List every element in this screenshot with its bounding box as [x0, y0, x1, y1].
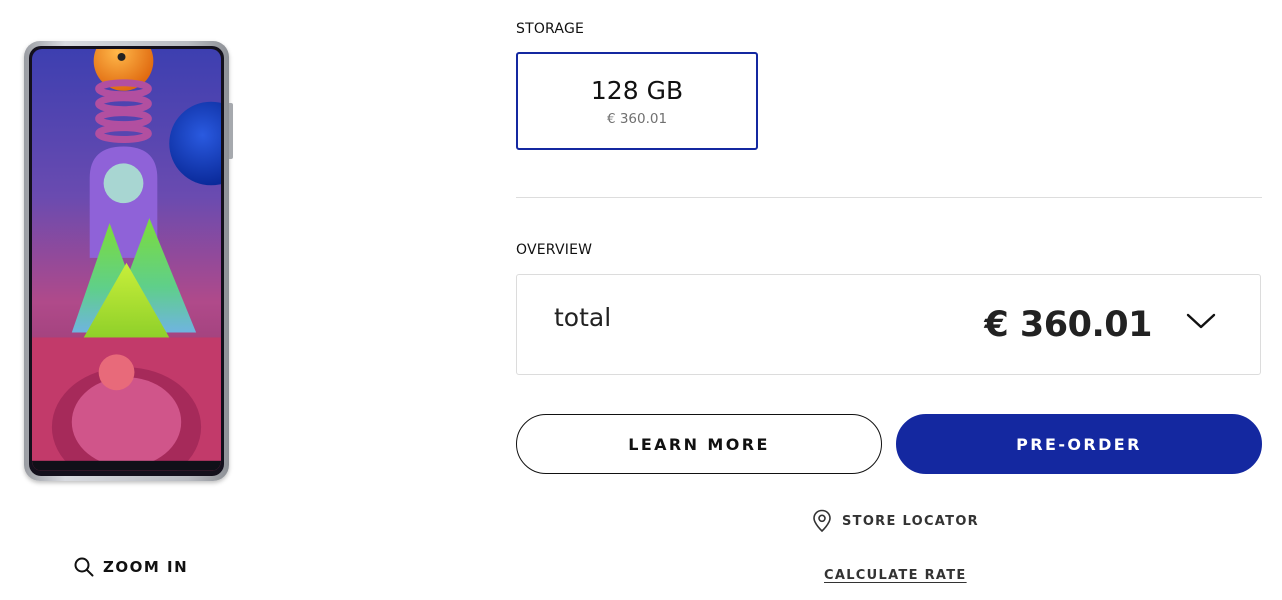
- pre-order-button[interactable]: PRE-ORDER: [896, 414, 1262, 474]
- store-locator-link[interactable]: STORE LOCATOR: [812, 509, 979, 533]
- storage-price: € 360.01: [606, 110, 668, 127]
- total-price: € 360.01: [984, 305, 1152, 345]
- search-icon: [74, 557, 94, 577]
- zoom-in-button[interactable]: ZOOM IN: [74, 557, 188, 577]
- total-summary[interactable]: total € 360.01: [516, 274, 1261, 375]
- store-locator-label: STORE LOCATOR: [842, 513, 979, 529]
- section-divider: [516, 197, 1262, 198]
- overview-heading: OVERVIEW: [516, 242, 593, 258]
- storage-heading: STORAGE: [516, 21, 585, 37]
- zoom-in-label: ZOOM IN: [103, 558, 189, 576]
- learn-more-button[interactable]: LEARN MORE: [516, 414, 882, 474]
- chevron-down-icon[interactable]: [1186, 310, 1216, 332]
- storage-option-128gb[interactable]: 128 GB € 360.01: [516, 52, 758, 150]
- phone-screen: [29, 46, 224, 476]
- total-label: total: [554, 303, 612, 332]
- calculate-rate-link[interactable]: CALCULATE RATE: [824, 568, 967, 583]
- product-image[interactable]: [24, 41, 233, 481]
- phone-wallpaper: [32, 49, 221, 471]
- location-pin-icon: [813, 509, 831, 533]
- phone-side-button: [229, 103, 233, 159]
- storage-size: 128 GB: [590, 75, 684, 105]
